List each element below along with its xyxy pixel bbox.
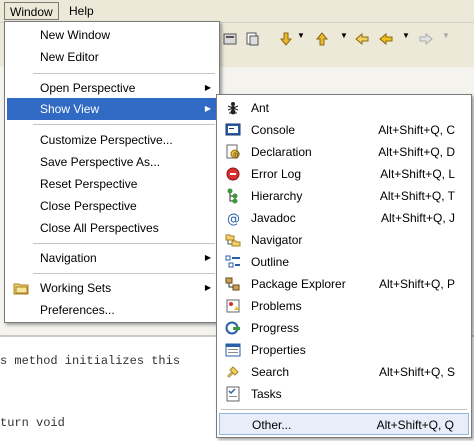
menu-item-navigation[interactable]: Navigation ▶ — [7, 247, 217, 269]
dropdown-icon[interactable]: ▼ — [442, 31, 450, 40]
console-icon — [225, 123, 241, 136]
submenu-arrow-icon: ▶ — [204, 83, 211, 92]
toolbar-icon[interactable] — [222, 31, 238, 47]
next-annotation-icon[interactable] — [278, 31, 294, 47]
view-item-problems[interactable]: Problems — [219, 295, 469, 317]
view-item-declaration[interactable]: @ Declaration Alt+Shift+Q, D — [219, 141, 469, 163]
menu-item-show-view[interactable]: Show View ▶ — [7, 98, 217, 120]
forward-icon[interactable] — [418, 31, 434, 47]
previous-annotation-icon[interactable] — [314, 31, 330, 47]
svg-text:@: @ — [227, 212, 240, 226]
back-icon[interactable] — [378, 31, 394, 47]
view-item-hierarchy[interactable]: Hierarchy Alt+Shift+Q, T — [219, 185, 469, 207]
dropdown-icon[interactable]: ▼ — [297, 31, 305, 40]
submenu-arrow-icon: ▶ — [204, 104, 211, 113]
menu-window[interactable]: Window — [4, 2, 59, 20]
menu-help[interactable]: Help — [64, 2, 99, 20]
view-item-ant[interactable]: Ant — [219, 97, 469, 119]
dropdown-icon[interactable]: ▼ — [402, 31, 410, 40]
dropdown-icon[interactable]: ▼ — [340, 31, 348, 40]
menu-item-close-perspective[interactable]: Close Perspective — [7, 195, 217, 217]
view-item-error-log[interactable]: Error Log Alt+Shift+Q, L — [219, 163, 469, 185]
declaration-icon: @ — [226, 144, 240, 159]
view-item-search[interactable]: Search Alt+Shift+Q, S — [219, 361, 469, 383]
package-explorer-icon — [225, 277, 240, 291]
menu-separator — [221, 409, 467, 410]
menu-separator — [33, 124, 215, 125]
menu-separator — [33, 73, 215, 74]
code-line: turn void — [0, 416, 65, 430]
view-item-console[interactable]: Console Alt+Shift+Q, C — [219, 119, 469, 141]
menu-item-save-perspective-as[interactable]: Save Perspective As... — [7, 151, 217, 173]
working-sets-icon — [13, 283, 29, 295]
view-item-package-explorer[interactable]: Package Explorer Alt+Shift+Q, P — [219, 273, 469, 295]
submenu-arrow-icon: ▶ — [204, 253, 211, 262]
menu-separator — [33, 243, 215, 244]
menu-separator — [33, 273, 215, 274]
error-log-icon — [226, 167, 240, 181]
menu-item-new-editor[interactable]: New Editor — [7, 46, 217, 68]
outline-icon — [225, 255, 240, 268]
properties-icon — [225, 343, 241, 357]
search-icon — [226, 366, 239, 379]
view-item-javadoc[interactable]: @ Javadoc Alt+Shift+Q, J — [219, 207, 469, 229]
menu-item-new-window[interactable]: New Window — [7, 24, 217, 46]
menu-item-reset-perspective[interactable]: Reset Perspective — [7, 173, 217, 195]
view-item-tasks[interactable]: Tasks — [219, 383, 469, 405]
view-item-progress[interactable]: Progress — [219, 317, 469, 339]
menu-item-working-sets[interactable]: Working Sets ▶ — [7, 277, 217, 299]
menu-item-open-perspective[interactable]: Open Perspective ▶ — [7, 77, 217, 99]
code-line: s method initializes this — [0, 354, 181, 368]
navigator-icon — [225, 234, 241, 247]
menu-item-customize-perspective[interactable]: Customize Perspective... — [7, 129, 217, 151]
tasks-icon — [226, 386, 240, 402]
svg-text:@: @ — [233, 152, 240, 159]
menu-item-close-all-perspectives[interactable]: Close All Perspectives — [7, 217, 217, 239]
window-menu: New Window New Editor Open Perspective ▶ … — [4, 21, 220, 323]
javadoc-icon: @ — [227, 212, 240, 226]
ant-icon — [227, 102, 239, 115]
view-item-outline[interactable]: Outline — [219, 251, 469, 273]
toolbar-icon[interactable] — [244, 31, 260, 47]
menubar: Window Help — [0, 0, 474, 23]
problems-icon — [226, 299, 240, 313]
view-item-navigator[interactable]: Navigator — [219, 229, 469, 251]
hierarchy-icon — [227, 188, 238, 204]
show-view-menu: Ant Console Alt+Shift+Q, C @ Declaration A… — [216, 94, 472, 438]
menu-item-preferences[interactable]: Preferences... — [7, 299, 217, 321]
view-item-properties[interactable]: Properties — [219, 339, 469, 361]
progress-icon — [225, 321, 240, 335]
view-item-other[interactable]: Other... Alt+Shift+Q, Q — [219, 413, 469, 435]
last-edit-icon[interactable] — [354, 31, 370, 47]
submenu-arrow-icon: ▶ — [204, 283, 211, 292]
